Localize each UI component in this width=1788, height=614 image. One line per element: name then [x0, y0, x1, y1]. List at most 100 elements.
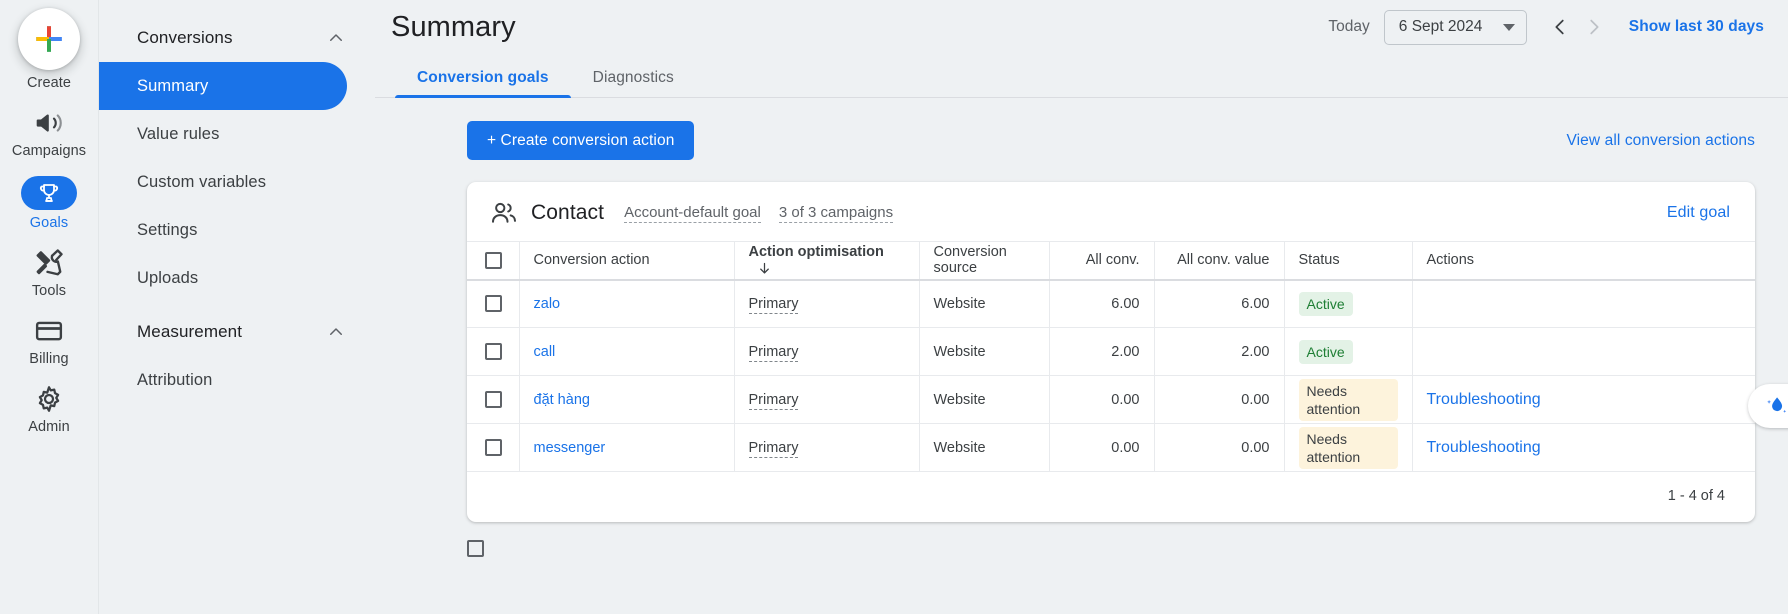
conversion-source-value: Website	[933, 343, 986, 360]
row-checkbox[interactable]	[485, 343, 502, 360]
sidebar-item-settings[interactable]: Settings	[99, 206, 347, 254]
row-select-cell	[467, 327, 519, 376]
cell-actions: Troubleshooting	[1411, 423, 1755, 472]
column-status[interactable]: Status	[1283, 241, 1412, 281]
column-conversion-action[interactable]: Conversion action	[518, 241, 734, 281]
create-conversion-action-button[interactable]: + Create conversion action	[467, 121, 695, 160]
row-select-cell	[467, 375, 519, 424]
column-all-conv-value[interactable]: All conv. value	[1153, 241, 1284, 281]
cell-status: Needs attention	[1283, 375, 1412, 424]
cell-all-conv: 6.00	[1048, 279, 1154, 328]
rail-label-create: Create	[26, 75, 72, 91]
next-period-button[interactable]	[1577, 10, 1611, 44]
campaigns-count-chip[interactable]: 3 of 3 campaigns	[778, 204, 894, 223]
action-bar: + Create conversion action View all conv…	[375, 98, 1788, 160]
row-select-cell	[467, 279, 519, 328]
goal-name: Contact	[531, 201, 605, 224]
troubleshooting-link[interactable]: Troubleshooting	[1427, 439, 1541, 456]
all-conv-value: 0.00	[1111, 391, 1140, 408]
action-optimisation-value[interactable]: Primary	[748, 391, 799, 410]
status-badge: Active	[1298, 291, 1353, 316]
rail-item-admin[interactable]: Admin	[0, 384, 99, 435]
all-conv-value-amount: 0.00	[1241, 439, 1270, 456]
today-label: Today	[1328, 18, 1370, 35]
cell-all-conv: 2.00	[1048, 327, 1154, 376]
sidebar-item-value-rules[interactable]: Value rules	[99, 110, 347, 158]
conversion-action-link[interactable]: messenger	[534, 440, 606, 456]
table-row: zalo Primary Website 6.00 6.00 Active	[467, 279, 1755, 328]
tab-conversion-goals[interactable]: Conversion goals	[395, 69, 571, 98]
conversion-action-link[interactable]: đặt hàng	[534, 392, 590, 408]
tools-icon	[34, 248, 64, 278]
conversion-source-value: Website	[933, 391, 986, 408]
cell-conversion-action: zalo	[518, 279, 734, 328]
cell-status: Needs attention	[1283, 423, 1412, 472]
edit-goal-link[interactable]: Edit goal	[1667, 204, 1730, 222]
column-select-all	[467, 241, 519, 281]
rail-item-tools[interactable]: Tools	[0, 248, 99, 299]
cell-conversion-action: call	[518, 327, 734, 376]
row-checkbox[interactable]	[485, 439, 502, 456]
conversion-action-link[interactable]: call	[534, 344, 556, 360]
cell-actions	[1411, 279, 1755, 328]
view-all-conversion-actions-link[interactable]: View all conversion actions	[1566, 132, 1755, 150]
page-title: Summary	[391, 10, 516, 43]
action-optimisation-value[interactable]: Primary	[748, 439, 799, 458]
account-default-goal-chip[interactable]: Account-default goal	[624, 204, 761, 223]
table-row: call Primary Website 2.00 2.00 Active	[467, 327, 1755, 376]
sidebar-item-label-value-rules: Value rules	[137, 124, 220, 143]
troubleshooting-link[interactable]: Troubleshooting	[1427, 391, 1541, 408]
show-last-30-days-link[interactable]: Show last 30 days	[1629, 18, 1764, 36]
all-conv-value: 6.00	[1111, 295, 1140, 312]
action-optimisation-value[interactable]: Primary	[748, 343, 799, 362]
next-card-checkbox[interactable]	[467, 540, 484, 557]
sidebar-item-label-custom-variables: Custom variables	[137, 172, 267, 191]
column-action-optimisation[interactable]: Action optimisation	[733, 241, 919, 281]
rail-item-goals[interactable]: Goals	[0, 176, 99, 231]
sidebar-item-uploads[interactable]: Uploads	[99, 254, 347, 302]
sidebar-item-label-settings: Settings	[137, 220, 198, 239]
row-checkbox[interactable]	[485, 295, 502, 313]
date-picker[interactable]: 6 Sept 2024	[1383, 9, 1527, 45]
column-actions[interactable]: Actions	[1411, 241, 1755, 281]
assistant-widget[interactable]	[1748, 384, 1788, 428]
conversion-actions-table: Conversion action Action optimisation Co…	[467, 241, 1755, 472]
chevron-up-icon	[330, 328, 342, 335]
trophy-icon	[40, 184, 58, 202]
table-row: messenger Primary Website 0.00 0.00 Need…	[467, 423, 1755, 472]
column-conversion-source[interactable]: Conversion source	[918, 241, 1049, 281]
cell-conversion-source: Website	[918, 327, 1049, 376]
sidebar-group-label-measurement: Measurement	[137, 322, 243, 341]
previous-period-button[interactable]	[1543, 10, 1577, 44]
rail-label-billing: Billing	[29, 351, 69, 367]
select-all-checkbox[interactable]	[485, 251, 502, 269]
table-head: Conversion action Action optimisation Co…	[467, 241, 1755, 281]
secondary-sidebar: Conversions Summary Value rules Custom v…	[99, 0, 375, 614]
cell-conversion-source: Website	[918, 423, 1049, 472]
rail-item-billing[interactable]: Billing	[0, 316, 99, 367]
column-all-conv[interactable]: All conv.	[1048, 241, 1154, 281]
cell-action-optimisation: Primary	[733, 279, 919, 328]
sidebar-group-label-conversions: Conversions	[137, 28, 233, 47]
action-optimisation-value[interactable]: Primary	[748, 295, 799, 314]
all-conv-value: 0.00	[1111, 439, 1140, 456]
rail-item-campaigns[interactable]: Campaigns	[0, 108, 99, 159]
rail-label-tools: Tools	[31, 283, 67, 299]
rail-item-create[interactable]: Create	[0, 8, 99, 91]
sidebar-item-attribution[interactable]: Attribution	[99, 356, 347, 404]
conversion-action-link[interactable]: zalo	[534, 296, 561, 312]
tab-diagnostics[interactable]: Diagnostics	[571, 69, 696, 98]
sidebar-group-measurement[interactable]: Measurement	[99, 308, 375, 356]
tab-label-conversion-goals: Conversion goals	[417, 69, 549, 86]
sidebar-item-custom-variables[interactable]: Custom variables	[99, 158, 347, 206]
conversion-goal-card: Contact Account-default goal 3 of 3 camp…	[467, 182, 1755, 522]
sidebar-item-summary[interactable]: Summary	[99, 62, 347, 110]
row-checkbox[interactable]	[485, 391, 502, 408]
chevron-up-icon	[330, 34, 342, 41]
column-label-all-conv: All conv.	[1085, 252, 1140, 269]
column-label-conversion-source: Conversion source	[933, 244, 1007, 277]
sidebar-group-conversions[interactable]: Conversions	[99, 14, 375, 62]
gear-icon	[34, 384, 64, 414]
cell-all-conv-value: 0.00	[1153, 375, 1284, 424]
create-circle	[18, 8, 80, 70]
